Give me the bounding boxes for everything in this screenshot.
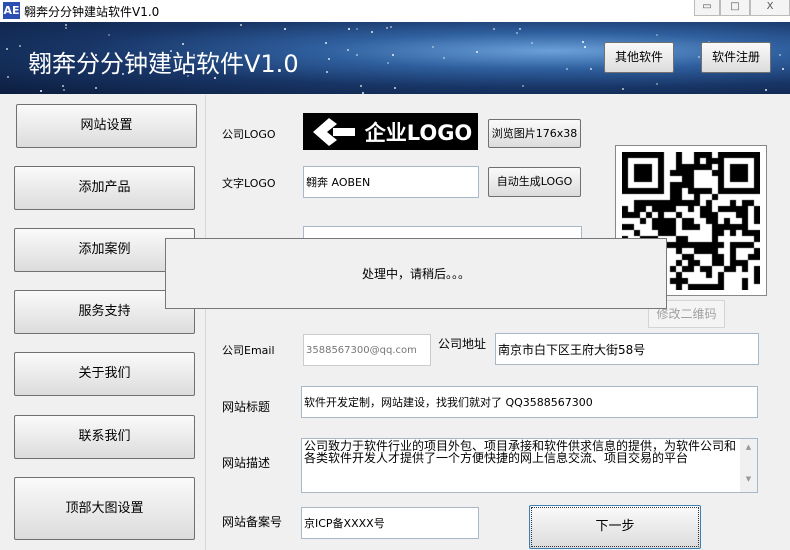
star-decoration <box>515 31 518 34</box>
star-decoration <box>656 82 659 85</box>
text-logo-label: 文字LOGO <box>222 177 276 190</box>
sidebar-item-about[interactable]: 关于我们 <box>14 352 195 396</box>
star-decoration <box>324 42 327 45</box>
address-label: 公司地址 <box>438 337 487 351</box>
text-logo-input[interactable]: 翱奔 AOBEN <box>303 166 479 198</box>
scrollbar[interactable]: ▲ ▼ <box>740 439 757 492</box>
processing-message: 处理中，请稍后。。。 <box>361 267 470 281</box>
app-icon: AE <box>3 2 20 19</box>
star-decoration <box>583 46 586 49</box>
star-decoration <box>348 28 351 31</box>
next-step-button[interactable]: 下一步 <box>529 505 701 549</box>
star-decoration <box>62 88 65 91</box>
star-decoration <box>356 53 359 56</box>
site-title-input[interactable]: 软件开发定制，网站建设，找我们就对了 QQ3588567300 <box>301 386 758 418</box>
star-decoration <box>492 28 495 31</box>
icp-input[interactable]: 京ICP备XXXX号 <box>301 507 479 539</box>
star-decoration <box>370 31 373 33</box>
star-decoration <box>390 25 393 28</box>
auto-logo-button[interactable]: 自动生成LOGO <box>488 167 581 197</box>
maximize-button[interactable]: □ <box>720 0 750 16</box>
banner-title: 翱奔分分钟建站软件V1.0 <box>28 50 299 78</box>
star-decoration <box>385 26 388 29</box>
minimize-button[interactable]: ▭ <box>694 0 720 16</box>
star-decoration <box>521 84 524 87</box>
star-decoration <box>519 27 522 30</box>
star-decoration <box>107 33 110 36</box>
icp-label: 网站备案号 <box>222 515 283 529</box>
star-decoration <box>5 47 8 50</box>
company-logo-image: 企业LOGO <box>303 113 478 150</box>
close-button[interactable]: X <box>750 0 790 16</box>
star-decoration <box>590 68 593 71</box>
site-title-label: 网站标题 <box>222 400 271 414</box>
site-desc-textarea[interactable]: 公司致力于软件行业的项目外包、项目承接和软件供求信息的提供，为软件公司和各类软件… <box>301 438 758 493</box>
site-desc-label: 网站描述 <box>222 456 271 470</box>
star-decoration <box>432 45 435 48</box>
email-input[interactable]: 3588567300@qq.com <box>303 334 431 366</box>
star-decoration <box>621 87 624 90</box>
site-desc-text: 公司致力于软件行业的项目外包、项目承接和软件供求信息的提供，为软件公司和各类软件… <box>304 439 737 465</box>
star-decoration <box>355 28 358 31</box>
register-button[interactable]: 软件注册 <box>701 42 771 73</box>
star-decoration <box>240 24 243 27</box>
star-decoration <box>64 23 67 26</box>
star-decoration <box>656 34 659 37</box>
star-decoration <box>283 27 286 30</box>
other-software-button[interactable]: 其他软件 <box>604 42 674 73</box>
star-decoration <box>394 87 397 90</box>
star-decoration <box>65 26 68 29</box>
window-title: 翱奔分分钟建站软件V1.0 <box>24 5 160 19</box>
star-decoration <box>39 89 42 92</box>
star-decoration <box>325 71 328 74</box>
star-decoration <box>6 76 9 79</box>
star-decoration <box>765 88 767 91</box>
star-decoration <box>347 49 350 52</box>
star-decoration <box>476 50 479 53</box>
banner: 翱奔分分钟建站软件V1.0 其他软件 软件注册 <box>0 22 790 94</box>
star-decoration <box>362 91 365 94</box>
star-decoration <box>566 68 569 71</box>
processing-dialog: 处理中，请稍后。。。 <box>165 238 667 309</box>
star-decoration <box>582 41 585 44</box>
address-input[interactable]: 南京市白下区王府大街58号 <box>495 333 759 365</box>
company-logo-label: 公司LOGO <box>222 128 276 141</box>
star-decoration <box>782 67 785 70</box>
star-decoration <box>442 57 445 60</box>
star-decoration <box>360 84 363 87</box>
sidebar-item-contact[interactable]: 联系我们 <box>14 415 195 459</box>
star-decoration <box>95 86 98 89</box>
star-decoration <box>391 53 394 56</box>
sidebar-item-banner-image[interactable]: 顶部大图设置 <box>14 477 195 540</box>
star-decoration <box>19 45 22 48</box>
sidebar-item-site-settings[interactable]: 网站设置 <box>16 104 197 148</box>
browse-image-button[interactable]: 浏览图片176x38 <box>488 119 581 148</box>
star-decoration <box>62 85 65 88</box>
star-decoration <box>387 62 390 65</box>
email-label: 公司Email <box>222 344 275 357</box>
logo-text: 企业LOGO <box>364 120 473 145</box>
title-bar: AE 翱奔分分钟建站软件V1.0 ▭ □ X <box>0 0 790 22</box>
sidebar-item-add-product[interactable]: 添加产品 <box>14 166 195 210</box>
star-decoration <box>328 57 331 60</box>
star-decoration <box>778 54 781 57</box>
logo-mark-icon <box>312 117 355 146</box>
star-decoration <box>530 42 533 45</box>
